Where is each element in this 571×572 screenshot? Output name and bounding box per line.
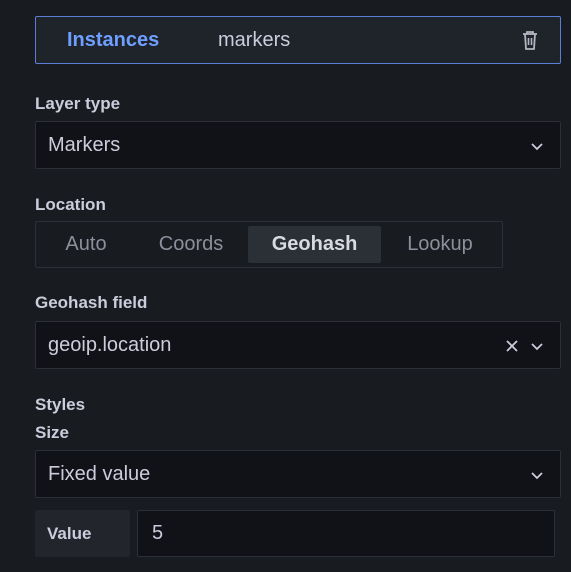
layer-instance-bar[interactable]: Instances markers bbox=[35, 16, 561, 64]
value-input[interactable]: 5 bbox=[137, 510, 555, 557]
geohash-field-label: Geohash field bbox=[35, 293, 148, 312]
trash-icon[interactable] bbox=[520, 29, 540, 51]
value-label: Value bbox=[35, 510, 130, 557]
clear-icon[interactable] bbox=[504, 338, 520, 354]
chevron-down-icon bbox=[531, 472, 543, 480]
location-segmented-control: Auto Coords Geohash Lookup bbox=[35, 221, 503, 268]
location-label: Location bbox=[35, 195, 106, 214]
location-option-auto[interactable]: Auto bbox=[46, 226, 126, 263]
geohash-field-select[interactable]: geoip.location bbox=[35, 321, 561, 369]
size-label: Size bbox=[35, 423, 70, 442]
chevron-down-icon bbox=[531, 143, 543, 151]
layer-name[interactable]: markers bbox=[218, 29, 290, 52]
location-option-coords[interactable]: Coords bbox=[136, 226, 246, 263]
styles-label: Styles bbox=[35, 395, 86, 414]
location-option-lookup[interactable]: Lookup bbox=[386, 226, 494, 263]
size-mode-select[interactable]: Fixed value bbox=[35, 450, 561, 498]
layer-editor-panel: Instances markers Layer type Markers Loc… bbox=[0, 0, 571, 572]
geohash-field-value: geoip.location bbox=[48, 333, 172, 356]
chevron-down-icon bbox=[531, 343, 543, 351]
instances-label[interactable]: Instances bbox=[67, 29, 159, 52]
layer-type-value: Markers bbox=[48, 133, 121, 156]
size-mode-value: Fixed value bbox=[48, 462, 151, 485]
location-option-geohash[interactable]: Geohash bbox=[248, 226, 381, 263]
layer-type-select[interactable]: Markers bbox=[35, 121, 561, 169]
layer-type-label: Layer type bbox=[35, 94, 121, 113]
